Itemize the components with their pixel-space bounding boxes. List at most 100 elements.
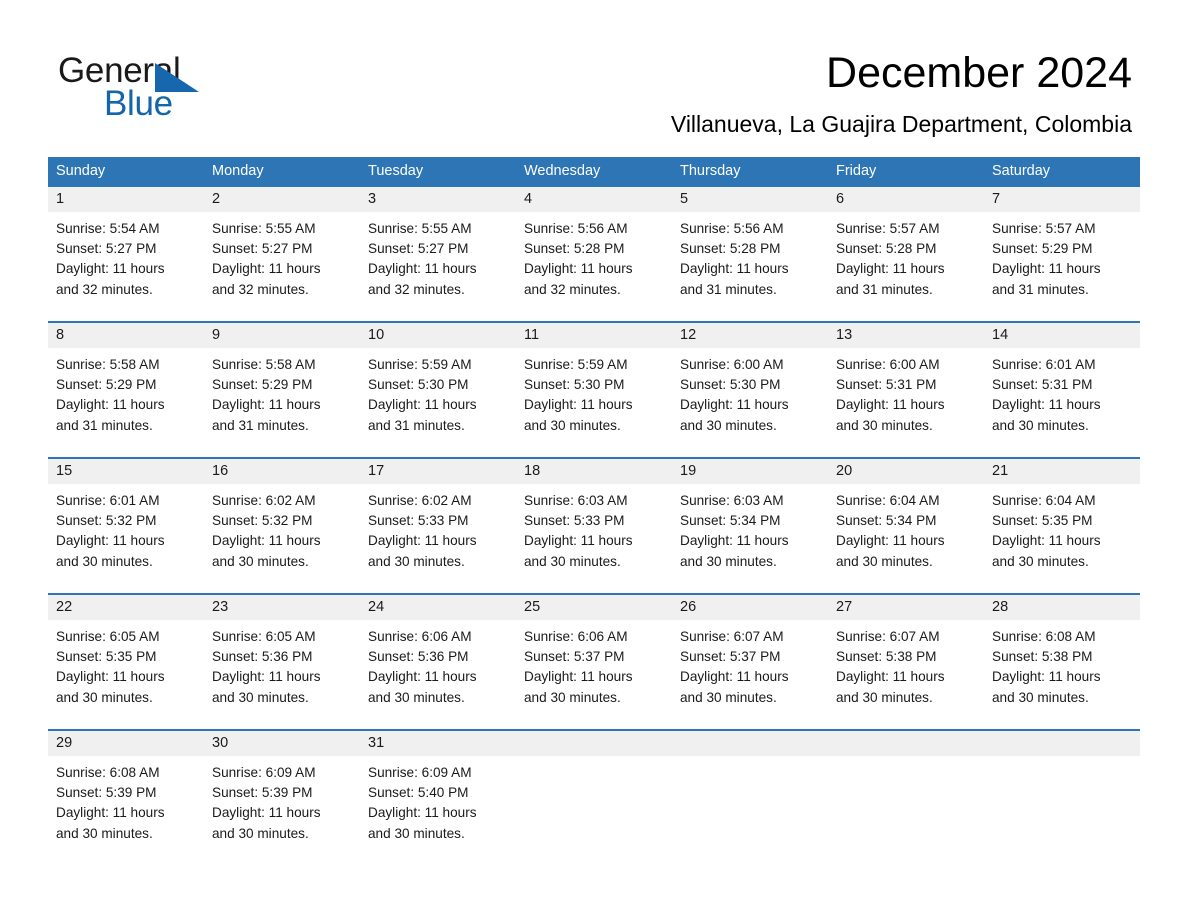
day-details: Sunrise: 5:56 AM Sunset: 5:28 PM Dayligh… (516, 212, 672, 321)
day-cell[interactable]: 14 Sunrise: 6:01 AM Sunset: 5:31 PM Dayl… (984, 323, 1140, 457)
day-cell[interactable]: 21 Sunrise: 6:04 AM Sunset: 5:35 PM Dayl… (984, 459, 1140, 593)
daylight-text-line2: and 30 minutes. (368, 553, 465, 569)
day-number (516, 731, 672, 756)
daylight-text-line2: and 30 minutes. (368, 689, 465, 705)
day-number: 20 (828, 459, 984, 484)
day-number: 4 (516, 187, 672, 212)
dow-header-thursday: Thursday (680, 163, 741, 179)
day-details: Sunrise: 5:56 AM Sunset: 5:28 PM Dayligh… (672, 212, 828, 321)
daylight-text-line2: and 30 minutes. (680, 417, 777, 433)
daylight-text-line1: Daylight: 11 hours (56, 669, 165, 685)
day-number: 22 (48, 595, 204, 620)
day-cell[interactable]: 3 Sunrise: 5:55 AM Sunset: 5:27 PM Dayli… (360, 187, 516, 321)
daylight-text-line1: Daylight: 11 hours (368, 533, 477, 549)
day-cell[interactable]: 2 Sunrise: 5:55 AM Sunset: 5:27 PM Dayli… (204, 187, 360, 321)
day-details: Sunrise: 6:03 AM Sunset: 5:34 PM Dayligh… (672, 484, 828, 593)
sunrise-text: Sunrise: 6:09 AM (368, 765, 472, 780)
day-cell[interactable]: 31 Sunrise: 6:09 AM Sunset: 5:40 PM Dayl… (360, 731, 516, 865)
day-cell[interactable]: 7 Sunrise: 5:57 AM Sunset: 5:29 PM Dayli… (984, 187, 1140, 321)
day-cell[interactable]: 4 Sunrise: 5:56 AM Sunset: 5:28 PM Dayli… (516, 187, 672, 321)
day-cell-empty (516, 731, 672, 865)
day-cell[interactable]: 24 Sunrise: 6:06 AM Sunset: 5:36 PM Dayl… (360, 595, 516, 729)
day-cell[interactable]: 8 Sunrise: 5:58 AM Sunset: 5:29 PM Dayli… (48, 323, 204, 457)
sunrise-text: Sunrise: 6:01 AM (992, 357, 1096, 372)
day-cell[interactable]: 28 Sunrise: 6:08 AM Sunset: 5:38 PM Dayl… (984, 595, 1140, 729)
sunrise-text: Sunrise: 5:58 AM (212, 357, 316, 372)
daylight-text-line2: and 30 minutes. (524, 689, 621, 705)
sunrise-text: Sunrise: 6:01 AM (56, 493, 160, 508)
daylight-text-line1: Daylight: 11 hours (992, 533, 1101, 549)
day-cell[interactable]: 16 Sunrise: 6:02 AM Sunset: 5:32 PM Dayl… (204, 459, 360, 593)
day-number: 24 (360, 595, 516, 620)
day-number (672, 731, 828, 756)
day-details: Sunrise: 6:01 AM Sunset: 5:31 PM Dayligh… (984, 348, 1140, 457)
day-details: Sunrise: 5:57 AM Sunset: 5:29 PM Dayligh… (984, 212, 1140, 321)
day-cell[interactable]: 19 Sunrise: 6:03 AM Sunset: 5:34 PM Dayl… (672, 459, 828, 593)
sunrise-text: Sunrise: 6:03 AM (680, 493, 784, 508)
daylight-text-line1: Daylight: 11 hours (212, 533, 321, 549)
daylight-text-line2: and 30 minutes. (680, 689, 777, 705)
day-cell[interactable]: 20 Sunrise: 6:04 AM Sunset: 5:34 PM Dayl… (828, 459, 984, 593)
daylight-text-line1: Daylight: 11 hours (524, 533, 633, 549)
day-cell[interactable]: 30 Sunrise: 6:09 AM Sunset: 5:39 PM Dayl… (204, 731, 360, 865)
day-cell[interactable]: 11 Sunrise: 5:59 AM Sunset: 5:30 PM Dayl… (516, 323, 672, 457)
general-blue-logo[interactable]: General Blue (58, 52, 318, 132)
sunset-text: Sunset: 5:38 PM (836, 649, 937, 665)
page-subtitle: Villanueva, La Guajira Department, Colom… (670, 111, 1132, 137)
sunset-text: Sunset: 5:32 PM (56, 513, 157, 529)
day-cell[interactable]: 26 Sunrise: 6:07 AM Sunset: 5:37 PM Dayl… (672, 595, 828, 729)
day-number: 17 (360, 459, 516, 484)
logo-text-blue: Blue (104, 84, 173, 123)
day-details (516, 756, 672, 865)
sunrise-text: Sunrise: 6:08 AM (992, 629, 1096, 644)
day-details: Sunrise: 6:04 AM Sunset: 5:35 PM Dayligh… (984, 484, 1140, 593)
daylight-text-line2: and 30 minutes. (212, 553, 309, 569)
title-block: December 2024 Villanueva, La Guajira Dep… (671, 48, 1132, 138)
sunset-text: Sunset: 5:37 PM (680, 649, 781, 665)
day-cell[interactable]: 6 Sunrise: 5:57 AM Sunset: 5:28 PM Dayli… (828, 187, 984, 321)
day-details: Sunrise: 5:54 AM Sunset: 5:27 PM Dayligh… (48, 212, 204, 321)
day-cell[interactable]: 22 Sunrise: 6:05 AM Sunset: 5:35 PM Dayl… (48, 595, 204, 729)
sunset-text: Sunset: 5:27 PM (368, 241, 469, 257)
day-number (984, 731, 1140, 756)
day-cell[interactable]: 9 Sunrise: 5:58 AM Sunset: 5:29 PM Dayli… (204, 323, 360, 457)
sunrise-text: Sunrise: 6:07 AM (836, 629, 940, 644)
sunset-text: Sunset: 5:31 PM (836, 377, 937, 393)
daylight-text-line2: and 30 minutes. (836, 553, 933, 569)
day-cell-empty (984, 731, 1140, 865)
sunset-text: Sunset: 5:39 PM (56, 785, 157, 801)
day-cell[interactable]: 23 Sunrise: 6:05 AM Sunset: 5:36 PM Dayl… (204, 595, 360, 729)
calendar-grid: Sunday Monday Tuesday Wednesday Thursday… (48, 157, 1140, 865)
day-cell[interactable]: 5 Sunrise: 5:56 AM Sunset: 5:28 PM Dayli… (672, 187, 828, 321)
day-cell[interactable]: 12 Sunrise: 6:00 AM Sunset: 5:30 PM Dayl… (672, 323, 828, 457)
sunrise-text: Sunrise: 5:59 AM (524, 357, 628, 372)
sunrise-text: Sunrise: 6:06 AM (524, 629, 628, 644)
day-cell[interactable]: 17 Sunrise: 6:02 AM Sunset: 5:33 PM Dayl… (360, 459, 516, 593)
daylight-text-line2: and 30 minutes. (56, 553, 153, 569)
day-details: Sunrise: 6:07 AM Sunset: 5:37 PM Dayligh… (672, 620, 828, 729)
daylight-text-line2: and 32 minutes. (212, 281, 309, 297)
day-number: 18 (516, 459, 672, 484)
day-cell[interactable]: 25 Sunrise: 6:06 AM Sunset: 5:37 PM Dayl… (516, 595, 672, 729)
dow-header-friday: Friday (836, 163, 877, 179)
sunrise-text: Sunrise: 5:56 AM (524, 221, 628, 236)
sunset-text: Sunset: 5:28 PM (836, 241, 937, 257)
day-details (828, 756, 984, 865)
day-number: 12 (672, 323, 828, 348)
daylight-text-line2: and 31 minutes. (992, 281, 1089, 297)
dow-header-saturday: Saturday (992, 163, 1051, 179)
day-cell[interactable]: 18 Sunrise: 6:03 AM Sunset: 5:33 PM Dayl… (516, 459, 672, 593)
daylight-text-line1: Daylight: 11 hours (212, 805, 321, 821)
day-number: 31 (360, 731, 516, 756)
daylight-text-line2: and 30 minutes. (212, 689, 309, 705)
day-cell[interactable]: 27 Sunrise: 6:07 AM Sunset: 5:38 PM Dayl… (828, 595, 984, 729)
day-cell[interactable]: 10 Sunrise: 5:59 AM Sunset: 5:30 PM Dayl… (360, 323, 516, 457)
day-details: Sunrise: 6:02 AM Sunset: 5:32 PM Dayligh… (204, 484, 360, 593)
day-cell[interactable]: 1 Sunrise: 5:54 AM Sunset: 5:27 PM Dayli… (48, 187, 204, 321)
day-cell[interactable]: 13 Sunrise: 6:00 AM Sunset: 5:31 PM Dayl… (828, 323, 984, 457)
sunset-text: Sunset: 5:33 PM (368, 513, 469, 529)
day-details: Sunrise: 6:05 AM Sunset: 5:35 PM Dayligh… (48, 620, 204, 729)
day-number: 1 (48, 187, 204, 212)
day-cell[interactable]: 29 Sunrise: 6:08 AM Sunset: 5:39 PM Dayl… (48, 731, 204, 865)
day-cell[interactable]: 15 Sunrise: 6:01 AM Sunset: 5:32 PM Dayl… (48, 459, 204, 593)
